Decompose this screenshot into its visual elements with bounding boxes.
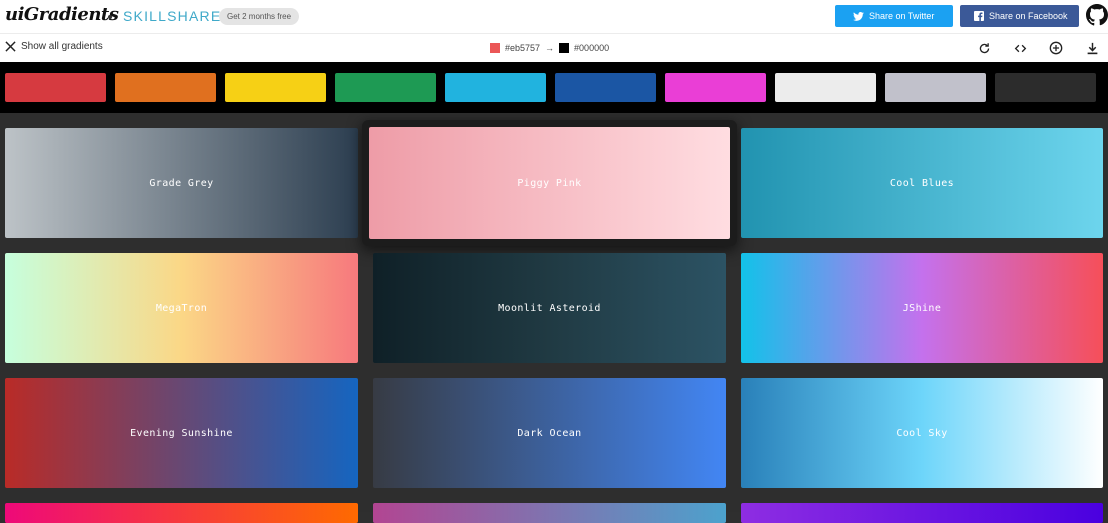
color-filter-white[interactable] bbox=[775, 73, 876, 102]
gradient-card[interactable]: Piggy Pink bbox=[369, 127, 730, 239]
gradient-card[interactable]: Dark Ocean bbox=[373, 378, 726, 488]
show-all-gradients-button[interactable]: Show all gradients bbox=[5, 41, 103, 52]
color-pair: #eb5757 → #000000 bbox=[490, 43, 609, 53]
color-filter-black[interactable] bbox=[995, 73, 1096, 102]
color-filter-orange[interactable] bbox=[115, 73, 216, 102]
share-twitter-button[interactable]: Share on Twitter bbox=[835, 5, 953, 27]
gradient-card[interactable]: Evening Sunshine bbox=[5, 378, 358, 488]
twitter-icon bbox=[853, 11, 864, 21]
gradient-name: Cool Sky bbox=[896, 427, 948, 439]
promo-badge[interactable]: Get 2 months free bbox=[219, 8, 300, 25]
color-filter-grey[interactable] bbox=[885, 73, 986, 102]
color-filter-magenta[interactable] bbox=[665, 73, 766, 102]
toolbar-actions bbox=[976, 40, 1100, 56]
color-filter-red[interactable] bbox=[5, 73, 106, 102]
logo[interactable]: uiGradients bbox=[5, 4, 119, 25]
color-filter-blue[interactable] bbox=[555, 73, 656, 102]
from-color-swatch bbox=[490, 43, 500, 53]
gradient-grid: Grade Grey Piggy Pink Cool Blues MegaTron Mo… bbox=[0, 113, 1108, 523]
code-icon[interactable] bbox=[1012, 40, 1028, 56]
color-filter-cyan[interactable] bbox=[445, 73, 546, 102]
gradient-card[interactable]: JShine bbox=[741, 253, 1103, 363]
gradient-name: MegaTron bbox=[155, 302, 208, 314]
gradient-name: Grade Grey bbox=[149, 177, 214, 189]
gradient-card[interactable]: Cool Blues bbox=[741, 128, 1103, 238]
separator-dot bbox=[108, 15, 112, 19]
gradient-card[interactable]: Grade Grey bbox=[5, 128, 358, 238]
rotate-icon[interactable] bbox=[976, 40, 992, 56]
gradient-name: Evening Sunshine bbox=[130, 427, 233, 439]
gradient-name: Dark Ocean bbox=[517, 427, 582, 439]
color-filter-bar bbox=[0, 62, 1108, 113]
from-color-label[interactable]: #eb5757 bbox=[505, 43, 540, 53]
to-color-label[interactable]: #000000 bbox=[574, 43, 609, 53]
share-twitter-label: Share on Twitter bbox=[869, 11, 935, 21]
gradient-card[interactable]: Moonlit Asteroid bbox=[373, 253, 726, 363]
gradient-card[interactable] bbox=[373, 503, 726, 523]
gradient-name: JShine bbox=[902, 302, 942, 314]
arrow-icon: → bbox=[545, 43, 555, 53]
share-facebook-label: Share on Facebook bbox=[989, 11, 1068, 21]
download-icon[interactable] bbox=[1084, 40, 1100, 56]
show-all-label: Show all gradients bbox=[21, 41, 103, 52]
skillshare-link[interactable]: SKILLSHARE bbox=[123, 8, 221, 24]
github-icon[interactable] bbox=[1086, 4, 1108, 26]
to-color-swatch bbox=[559, 43, 570, 53]
gradient-toolbar: Show all gradients #eb5757 → #000000 bbox=[0, 33, 1108, 62]
gradient-card[interactable]: Cool Sky bbox=[741, 378, 1103, 488]
gradient-name: Cool Blues bbox=[889, 177, 955, 189]
share-facebook-button[interactable]: Share on Facebook bbox=[960, 5, 1079, 27]
color-filter-yellow[interactable] bbox=[225, 73, 326, 102]
close-icon bbox=[5, 41, 16, 52]
gradient-card[interactable] bbox=[5, 503, 358, 523]
gradient-card[interactable] bbox=[741, 503, 1103, 523]
color-filter-green[interactable] bbox=[335, 73, 436, 102]
gradient-name: Piggy Pink bbox=[517, 177, 582, 189]
gradient-name: Moonlit Asteroid bbox=[498, 302, 601, 314]
add-icon[interactable] bbox=[1048, 40, 1064, 56]
facebook-icon bbox=[974, 11, 984, 21]
gradient-card[interactable]: MegaTron bbox=[5, 253, 358, 363]
top-bar: uiGradients SKILLSHARE Get 2 months free… bbox=[0, 0, 1108, 33]
